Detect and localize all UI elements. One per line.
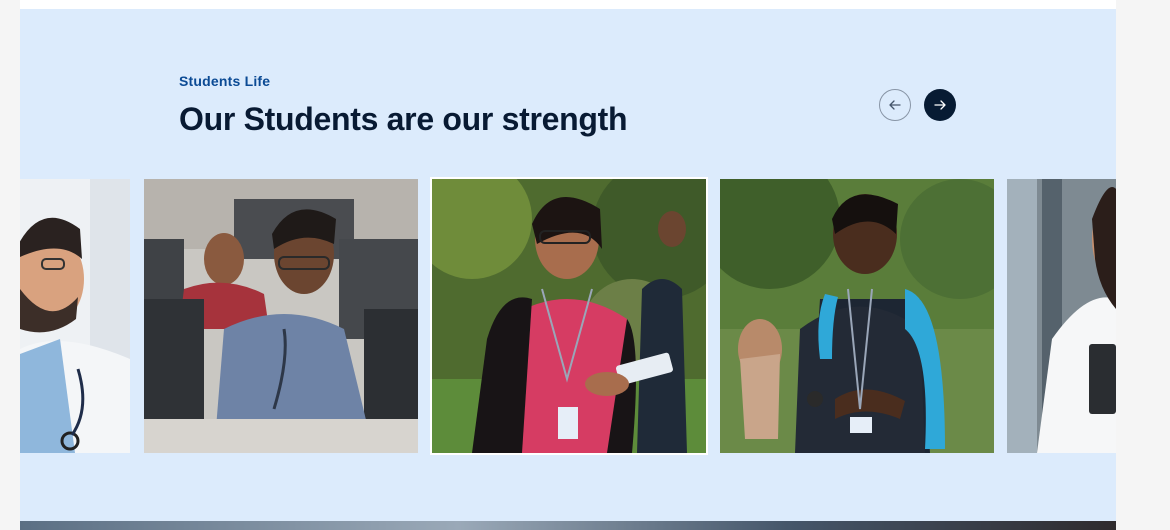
- student-card-4[interactable]: [720, 179, 994, 453]
- previous-section-edge: [20, 0, 1116, 9]
- carousel-prev-button[interactable]: [879, 89, 911, 121]
- next-section-edge: [20, 521, 1116, 530]
- student-card-2[interactable]: [144, 179, 418, 453]
- section-heading: Our Students are our strength: [179, 101, 628, 137]
- student-card-3-active[interactable]: [430, 177, 708, 455]
- doctor-with-tablet-photo: [1007, 179, 1116, 453]
- campus-student-with-backpack-photo: [720, 179, 994, 453]
- student-card-1[interactable]: [20, 179, 130, 453]
- doctor-photo: [20, 179, 130, 453]
- computer-lab-student-photo: [144, 179, 418, 453]
- section-eyebrow: Students Life: [179, 73, 271, 89]
- student-card-5[interactable]: [1007, 179, 1116, 453]
- students-life-section: Students Life Our Students are our stren…: [20, 9, 1116, 521]
- campus-student-with-books-photo: [432, 179, 706, 453]
- carousel-next-button[interactable]: [924, 89, 956, 121]
- arrow-left-icon: [889, 100, 901, 110]
- arrow-right-icon: [934, 100, 946, 110]
